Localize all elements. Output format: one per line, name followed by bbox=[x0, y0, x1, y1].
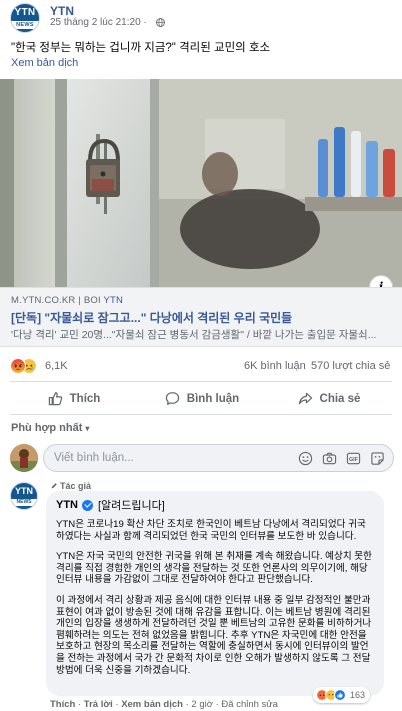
comment-count[interactable]: 6K bình luận bbox=[244, 360, 306, 372]
comment-reactions[interactable]: 163 bbox=[313, 687, 371, 703]
sticker-icon[interactable] bbox=[370, 451, 385, 466]
post-action-bar: Thích Bình luận Chia sẻ bbox=[10, 381, 392, 415]
comment-bubble: YTN [알려드립니다] YTN은 코로나19 확산 차단 조치로 한국인이 베… bbox=[46, 491, 384, 696]
share-icon bbox=[298, 392, 312, 405]
comment-label: Bình luận bbox=[186, 392, 240, 405]
caret-down-icon: ▾ bbox=[85, 424, 90, 433]
comment-author-name[interactable]: YTN bbox=[56, 499, 78, 511]
comment-actions: Thích · Trả lời · Xem bản dịch · 2 giờ ·… bbox=[50, 699, 278, 710]
composer-tools: GIF bbox=[298, 451, 385, 466]
comment-placeholder: Viết bình luận... bbox=[54, 452, 134, 464]
page-avatar[interactable]: YTN NEWS bbox=[10, 3, 40, 33]
comment-paragraph: YTN은 코로나19 확산 차단 조치로 한국인이 베트남 다낭에서 격리되었다… bbox=[56, 519, 366, 542]
svg-text:GIF: GIF bbox=[349, 457, 359, 463]
reaction-count[interactable]: 6,1K bbox=[45, 360, 68, 372]
sort-label: Phù hợp nhất bbox=[11, 422, 83, 434]
author-pen-icon bbox=[51, 483, 57, 489]
like-button[interactable]: Thích bbox=[10, 382, 138, 415]
post-header: YTN NEWS YTN 25 tháng 2 lúc 21:20 · bbox=[0, 0, 402, 34]
comment-like-link[interactable]: Thích bbox=[50, 699, 75, 710]
avatar-logo-text: YTN bbox=[14, 7, 36, 18]
camera-icon[interactable] bbox=[322, 451, 337, 466]
comment-sort-dropdown[interactable]: Phù hợp nhất ▾ bbox=[11, 422, 89, 434]
door-padlock-photo bbox=[0, 79, 402, 287]
verified-icon bbox=[82, 499, 93, 511]
comment-paragraph: YTN은 자국 국민의 안전한 귀국을 위해 본 취재를 계속 해왔습니다. 예… bbox=[56, 551, 372, 586]
link-description: '다낭 격리' 교민 20명..."자물쇠 잠근 병동서 감금생활" / 바깥 … bbox=[11, 329, 377, 341]
comment-reaction-count: 163 bbox=[350, 690, 366, 700]
gif-icon[interactable]: GIF bbox=[346, 451, 361, 466]
author-badge: Tác giả bbox=[50, 481, 91, 491]
comment-avatar-logo-sub: NEWS bbox=[16, 499, 32, 505]
user-avatar[interactable] bbox=[10, 444, 38, 472]
link-preview-box[interactable]: M.YTN.CO.KR | BOI YTN [단독] "자물쇠로 잠그고..."… bbox=[0, 287, 402, 347]
comment-input[interactable]: Viết bình luận... GIF bbox=[43, 444, 394, 472]
like-reaction-icon bbox=[334, 689, 346, 701]
share-count[interactable]: 570 lượt chia sẻ bbox=[311, 360, 390, 372]
link-preview-image[interactable] bbox=[0, 79, 402, 287]
angry-reaction-icon bbox=[10, 358, 26, 374]
globe-icon bbox=[156, 18, 165, 27]
comment-translate-link[interactable]: Xem bản dịch bbox=[121, 699, 183, 710]
user-avatar-photo bbox=[10, 444, 38, 472]
comment-author-row: YTN [알려드립니다] bbox=[56, 497, 374, 513]
link-domain: M.YTN.CO.KR | BOI YTN bbox=[11, 295, 124, 306]
share-button[interactable]: Chia sẻ bbox=[266, 382, 392, 415]
link-title[interactable]: [단독] "자물쇠로 잠그고..." 다낭에서 격리된 우리 국민들 bbox=[11, 309, 292, 326]
comment-heading: [알려드립니다] bbox=[98, 500, 165, 512]
post-timestamp[interactable]: 25 tháng 2 lúc 21:20 · bbox=[50, 17, 147, 28]
comment-button[interactable]: Bình luận bbox=[138, 382, 266, 415]
like-label: Thích bbox=[69, 392, 101, 405]
see-translation-link[interactable]: Xem bản dịch bbox=[11, 57, 78, 69]
author-comment: YTN NEWS Tác giả YTN [알려드립니다] YTN은 코로나19… bbox=[10, 478, 394, 711]
post-text: "한국 정부는 뭐하는 겁니까 지금?" 격리된 교민의 호소 bbox=[11, 42, 271, 54]
comment-icon bbox=[165, 392, 179, 405]
comment-paragraph: 이 과정에서 격리 상황과 제공 음식에 대한 인터뷰 내용 중 일부 감정적인… bbox=[56, 594, 372, 676]
comment-author-avatar[interactable]: YTN NEWS bbox=[10, 482, 38, 510]
emoji-icon[interactable] bbox=[298, 451, 313, 466]
page-name-link[interactable]: YTN bbox=[50, 4, 74, 18]
comment-time[interactable]: 2 giờ bbox=[191, 699, 213, 710]
comment-edited-label[interactable]: Đã chỉnh sửa bbox=[221, 699, 278, 710]
share-label: Chia sẻ bbox=[319, 392, 361, 405]
thumbs-up-icon bbox=[48, 392, 62, 406]
reaction-summary: 6,1K 6K bình luận 570 lượt chia sẻ bbox=[0, 347, 402, 381]
comment-reply-link[interactable]: Trả lời bbox=[84, 699, 113, 710]
avatar-logo-sub: NEWS bbox=[16, 22, 34, 28]
comment-avatar-logo-text: YTN bbox=[15, 486, 33, 496]
